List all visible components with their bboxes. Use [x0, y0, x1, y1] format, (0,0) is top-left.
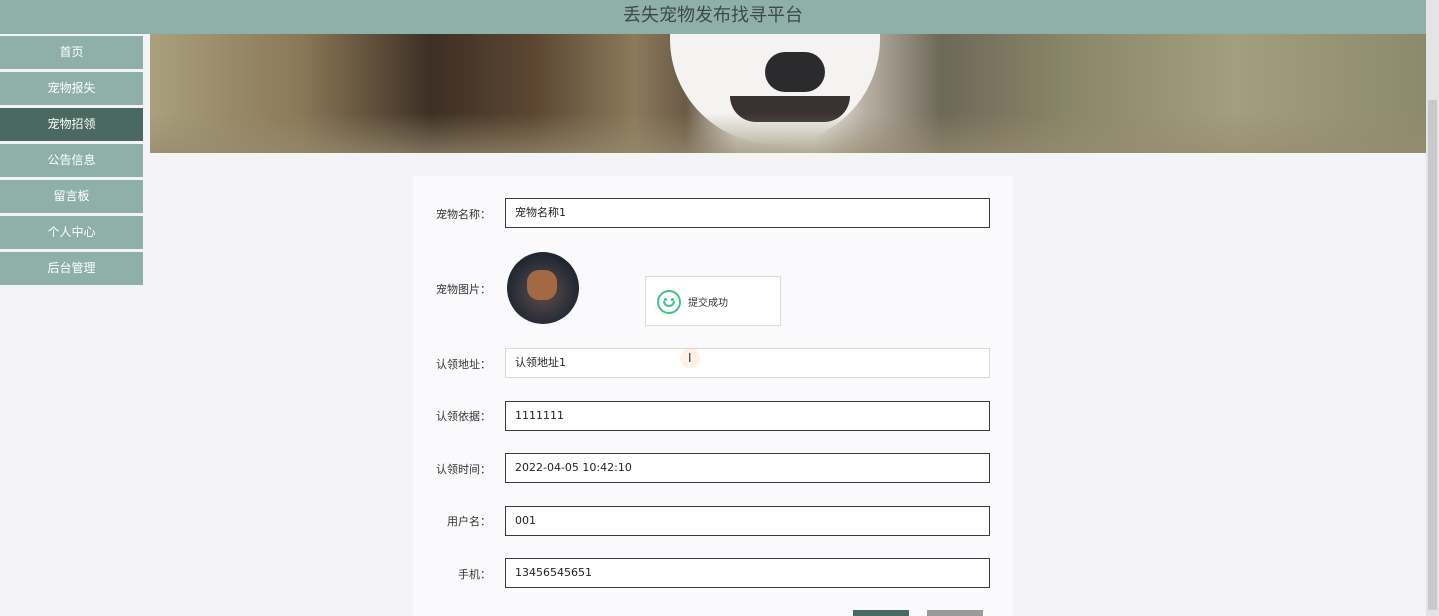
nav-item-lost-report[interactable]: 宠物报失 [0, 72, 143, 105]
banner-image [150, 34, 1426, 153]
smile-icon [657, 290, 681, 314]
scrollbar-thumb[interactable] [1428, 100, 1437, 610]
claim-basis-field[interactable]: 1111111 [505, 401, 990, 431]
claim-time-field[interactable]: 2022-04-05 10:42:10 [505, 453, 990, 483]
cancel-button[interactable] [927, 610, 983, 616]
claim-basis-label: 认领依据： [436, 410, 491, 423]
grass-overlay [150, 113, 1426, 153]
submit-button[interactable] [853, 610, 909, 616]
nav-item-home[interactable]: 首页 [0, 36, 143, 69]
success-toast: 提交成功 [645, 276, 781, 326]
app-title-bar: 丢失宠物发布找寻平台 [0, 0, 1426, 34]
toast-message: 提交成功 [688, 298, 728, 309]
nav-item-found-claim[interactable]: 宠物招领 [0, 108, 143, 141]
claim-address-label: 认领地址： [436, 358, 491, 371]
nav-item-announcements[interactable]: 公告信息 [0, 144, 143, 177]
claim-address-field[interactable]: 认领地址1 [505, 348, 990, 378]
username-field[interactable]: 001 [505, 506, 990, 536]
app-title: 丢失宠物发布找寻平台 [623, 5, 803, 26]
dog-nose-shape [765, 52, 825, 92]
nav-item-personal-center[interactable]: 个人中心 [0, 216, 143, 249]
pet-name-label: 宠物名称： [436, 208, 491, 221]
nav-item-message-board[interactable]: 留言板 [0, 180, 143, 213]
text-cursor-icon: I [688, 351, 692, 365]
sidebar: 首页 宠物报失 宠物招领 公告信息 留言板 个人中心 后台管理 [0, 34, 150, 616]
phone-label: 手机： [458, 568, 491, 581]
username-label: 用户名： [447, 515, 491, 528]
pet-image[interactable] [507, 252, 579, 324]
pet-name-field[interactable]: 宠物名称1 [505, 198, 990, 228]
claim-time-label: 认领时间： [436, 463, 491, 476]
cat-photo-shape [527, 270, 557, 300]
claim-detail-form: 宠物名称： 宠物名称1 宠物图片： 提交成功 认领地址： 认领地址1 认领依据：… [413, 176, 1013, 616]
phone-field[interactable]: 13456545651 [505, 558, 990, 588]
pet-image-label: 宠物图片： [436, 283, 491, 296]
nav-item-admin[interactable]: 后台管理 [0, 252, 143, 285]
